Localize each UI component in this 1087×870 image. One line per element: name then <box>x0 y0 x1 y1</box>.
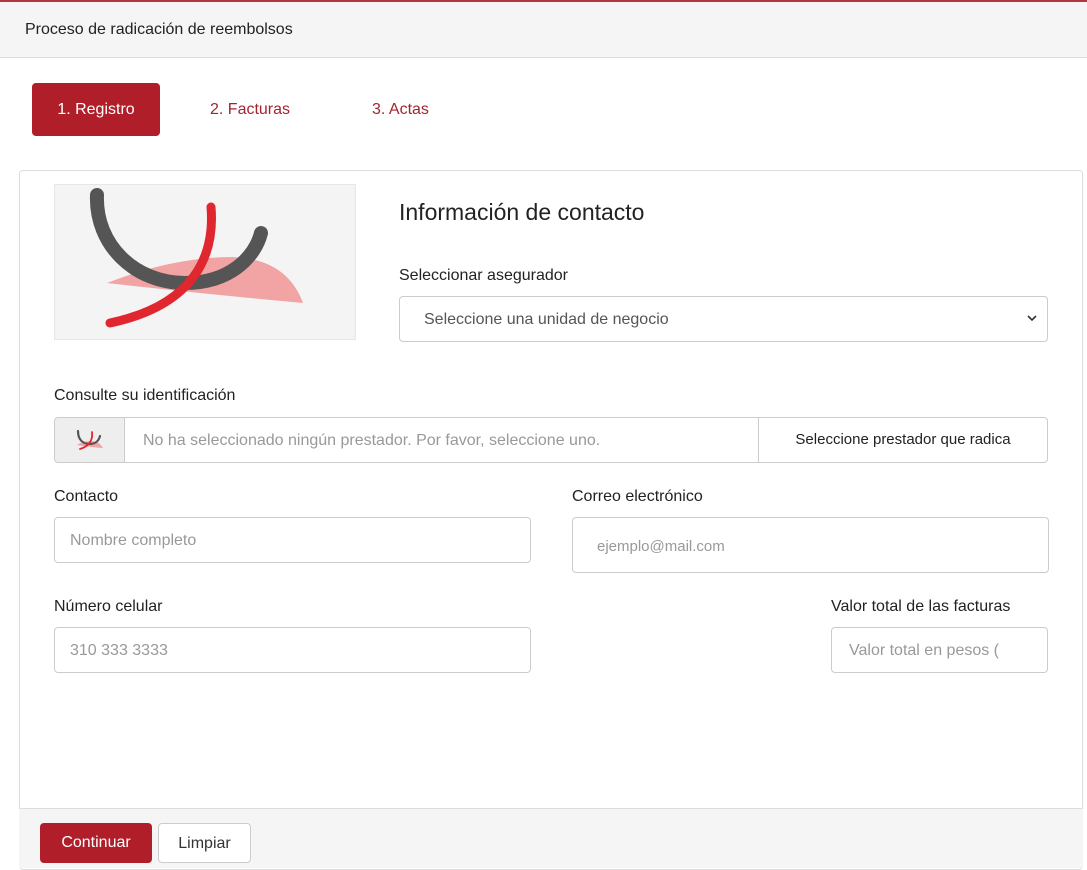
select-provider-button[interactable]: Seleccione prestador que radica <box>758 417 1048 463</box>
phone-placeholder: 310 333 3333 <box>70 642 168 659</box>
total-placeholder: Valor total en pesos ( <box>849 642 1000 659</box>
total-input[interactable]: Valor total en pesos ( <box>831 627 1048 673</box>
page-title: Proceso de radicación de reembolsos <box>25 21 293 38</box>
total-label: Valor total de las facturas <box>831 598 1011 615</box>
logo-mini-icon <box>54 417 125 463</box>
tab-facturas[interactable]: 2. Facturas <box>210 83 290 136</box>
phone-label: Número celular <box>54 598 163 615</box>
tab-actas[interactable]: 3. Actas <box>372 83 429 136</box>
email-placeholder: ejemplo@mail.com <box>597 538 725 555</box>
insurer-select-value: Seleccione una unidad de negocio <box>424 311 669 328</box>
tab-registro[interactable]: 1. Registro <box>32 83 160 136</box>
section-title: Información de contacto <box>399 199 645 225</box>
identification-label: Consulte su identificación <box>54 387 236 404</box>
insurer-select[interactable]: Seleccione una unidad de negocio <box>399 296 1048 342</box>
insurer-label: Seleccionar asegurador <box>399 267 568 284</box>
phone-input[interactable]: 310 333 3333 <box>54 627 531 673</box>
chevron-down-icon <box>1027 315 1037 322</box>
contact-input[interactable]: Nombre completo <box>54 517 531 563</box>
page-header: Proceso de radicación de reembolsos <box>0 2 1087 58</box>
identification-value: No ha seleccionado ningún prestador. Por… <box>143 432 601 449</box>
contact-label: Contacto <box>54 488 119 505</box>
email-label: Correo electrónico <box>572 488 703 505</box>
clear-button[interactable]: Limpiar <box>158 823 251 863</box>
identification-input[interactable]: No ha seleccionado ningún prestador. Por… <box>124 417 759 463</box>
email-input[interactable]: ejemplo@mail.com <box>572 517 1049 573</box>
continue-button[interactable]: Continuar <box>40 823 152 863</box>
contact-placeholder: Nombre completo <box>70 532 197 549</box>
company-logo <box>54 184 356 340</box>
